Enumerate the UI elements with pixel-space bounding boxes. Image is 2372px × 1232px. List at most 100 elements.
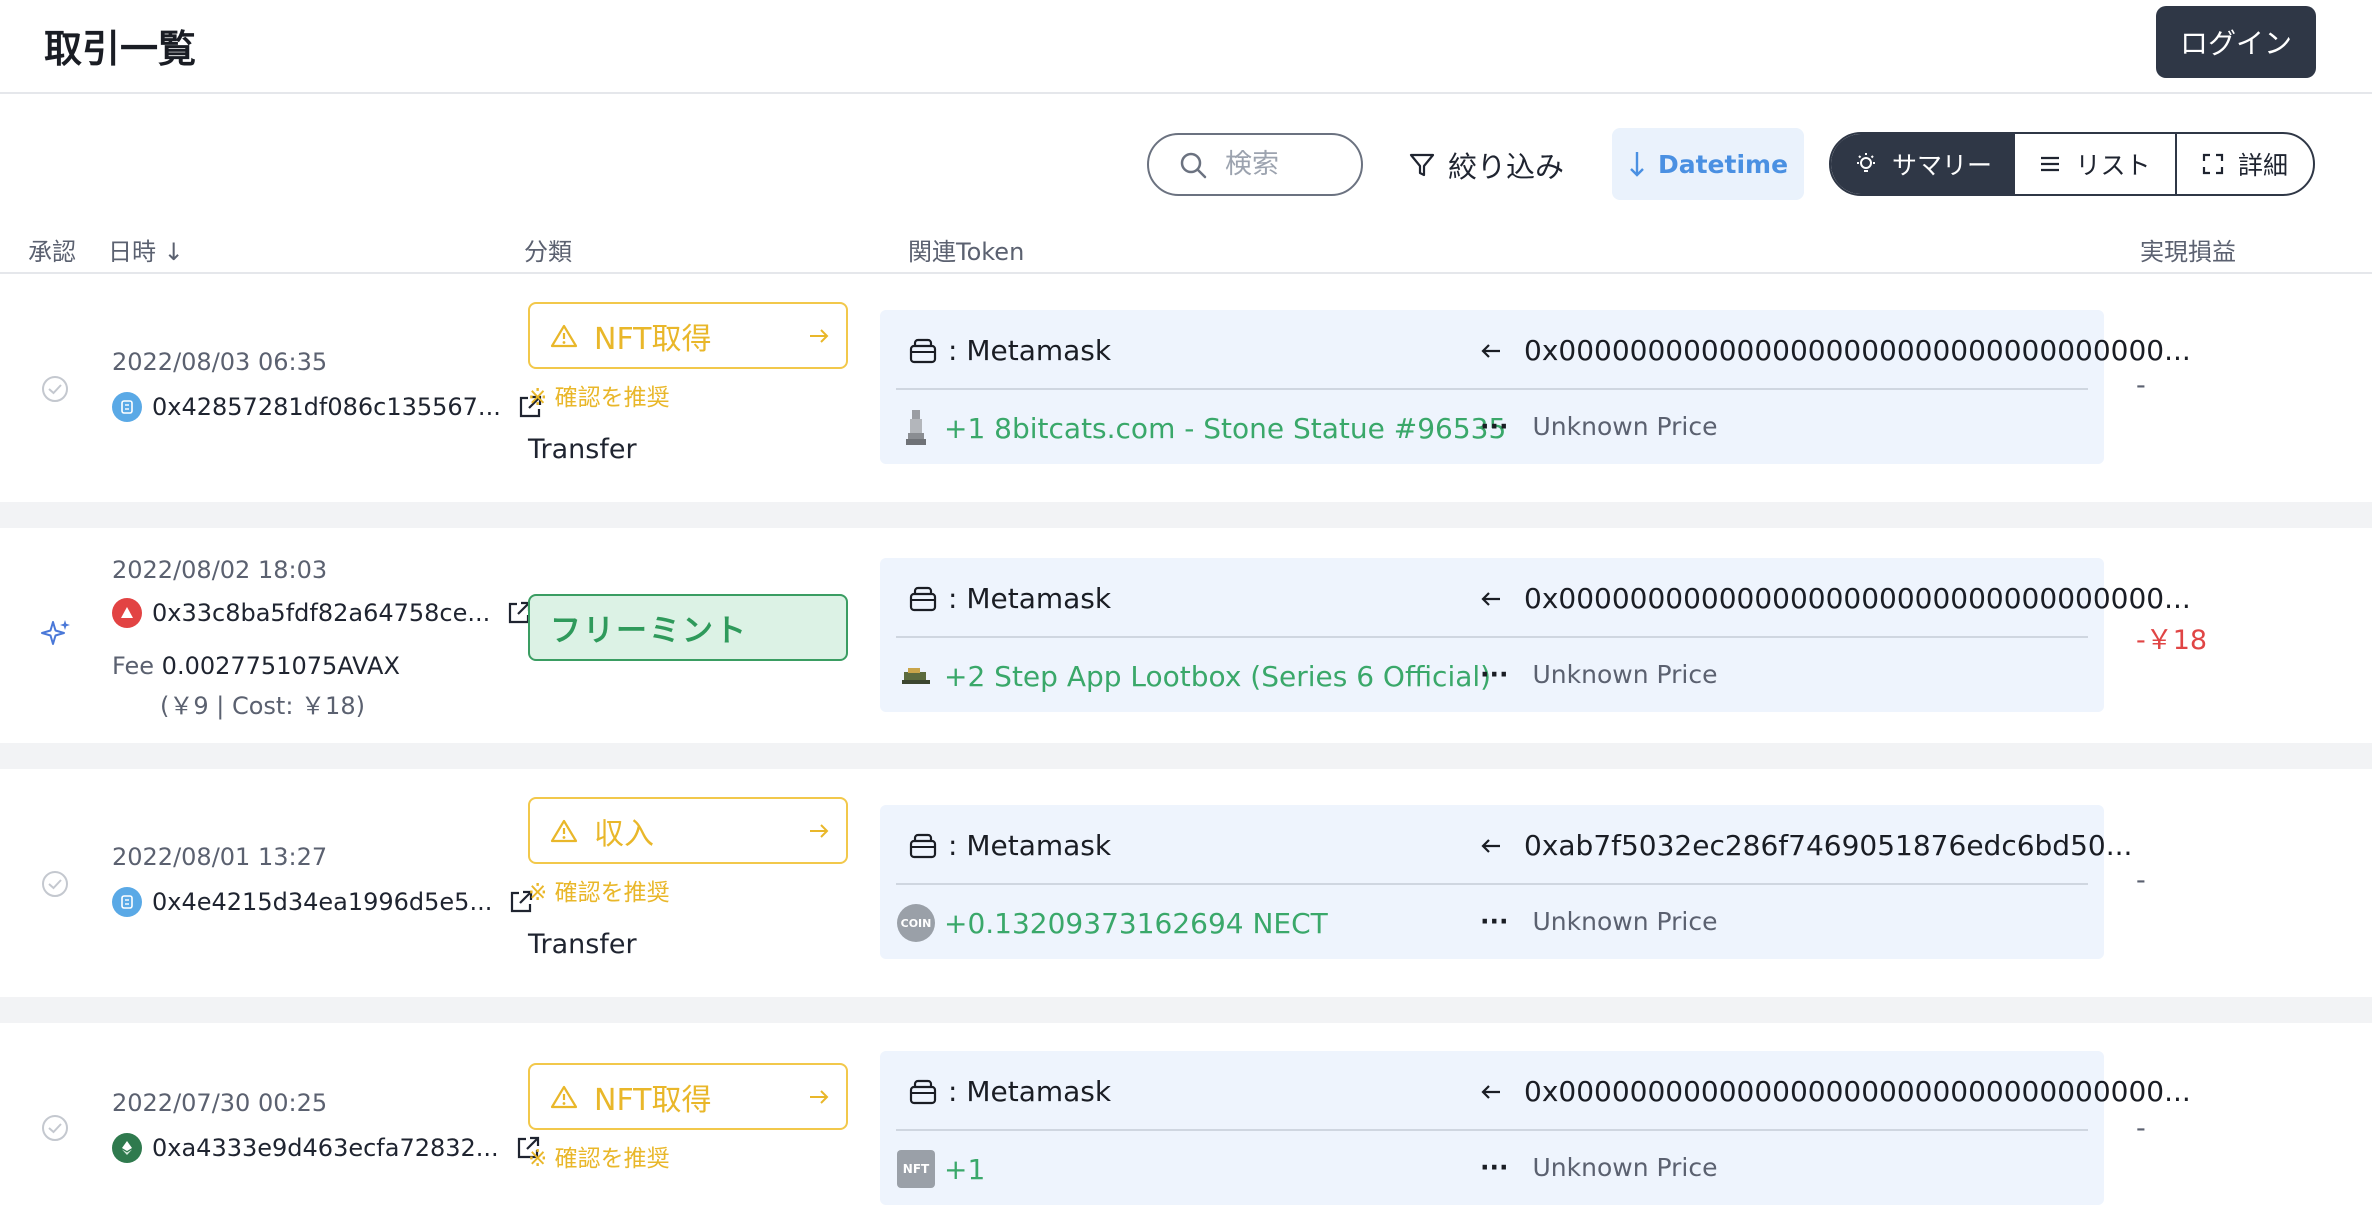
sort-datetime-button[interactable]: Datetime: [1612, 128, 1804, 200]
wallet-info: : Metamask: [908, 582, 1111, 615]
login-button[interactable]: ログイン: [2156, 6, 2316, 78]
lightbulb-icon: [1856, 153, 1875, 172]
counterparty-address[interactable]: 0x0000000000000000000000000000000000...: [1480, 334, 2191, 367]
check-circle-icon[interactable]: [40, 374, 70, 404]
category-label: 収入: [594, 816, 654, 852]
avalanche-chain-icon: [112, 598, 142, 628]
table-row: 2022/07/30 00:25 0xa4333e9d463ecfa72832.…: [0, 1023, 2372, 1232]
view-summary-button[interactable]: サマリー: [1831, 134, 2015, 194]
wallet-name: : Metamask: [948, 1075, 1112, 1108]
view-detail-label: 詳細: [2237, 151, 2288, 180]
view-list-label: リスト: [2075, 151, 2151, 180]
token-price: ··· Unknown Price: [1480, 660, 1718, 689]
counterparty-address-text: 0xab7f5032ec286f7469051876edc6bd50...: [1524, 829, 2133, 862]
view-detail-button[interactable]: 詳細: [2177, 134, 2313, 194]
filter-icon: [1409, 153, 1435, 176]
column-header-approve: 承認: [28, 238, 76, 266]
fee-value: 0.0027751075AVAX: [161, 652, 400, 680]
token-amount[interactable]: COIN +0.13209373162694 NECT: [896, 903, 1328, 943]
more-icon[interactable]: ···: [1480, 907, 1509, 936]
check-circle-icon[interactable]: [40, 869, 70, 899]
token-card: : Metamask 0xab7f5032ec286f7469051876edc…: [880, 805, 2132, 959]
statue-nft-icon: [896, 408, 936, 448]
view-summary-label: サマリー: [1891, 151, 1992, 180]
table-row: 2022/08/02 18:03 0x33c8ba5fdf82a64758ce.…: [0, 528, 2372, 743]
category-nft-acquire-button[interactable]: NFT取得: [528, 302, 848, 369]
transaction-hash-text: 0x4e4215d34ea1996d5e5...: [152, 888, 493, 916]
search-icon: [1180, 152, 1207, 178]
ethereum-chain-icon: [112, 1133, 142, 1163]
category-nft-acquire-button[interactable]: NFT取得: [528, 1063, 848, 1130]
realized-pl: -: [2136, 1113, 2146, 1144]
counterparty-address[interactable]: 0x0000000000000000000000000000000000...: [1480, 582, 2191, 615]
polygon-chain-icon: [112, 392, 142, 422]
transaction-datetime: 2022/08/02 18:03: [112, 556, 328, 584]
app-header: 取引一覧 ログイン: [0, 0, 2372, 94]
column-header-token: 関連Token: [908, 238, 1025, 266]
counterparty-address-text: 0x0000000000000000000000000000000000...: [1524, 334, 2191, 367]
more-icon[interactable]: ···: [1480, 412, 1509, 441]
transaction-datetime: 2022/07/30 00:25: [112, 1089, 328, 1117]
token-price: ··· Unknown Price: [1480, 412, 1718, 441]
category-note: ※ 確認を推奨: [528, 1146, 670, 1172]
token-card-divider: [896, 883, 2088, 885]
arrow-left-icon: [1481, 838, 1500, 853]
row-separator: [0, 997, 2372, 1023]
counterparty-address-text: 0x0000000000000000000000000000000000...: [1524, 582, 2191, 615]
column-header-datetime[interactable]: 日時 ↓: [108, 232, 184, 267]
category-free-mint-button[interactable]: フリーミント: [528, 594, 848, 661]
coin-badge: COIN: [897, 904, 935, 942]
transaction-hash[interactable]: 0x42857281df086c135567...: [112, 392, 543, 422]
wallet-info: : Metamask: [908, 829, 1111, 862]
check-circle-icon[interactable]: [40, 1113, 70, 1143]
arrow-left-icon: [1481, 591, 1500, 606]
wallet-icon: [909, 586, 937, 611]
counterparty-address[interactable]: 0xab7f5032ec286f7469051876edc6bd50...: [1480, 829, 2132, 862]
arrow-down-icon: [1630, 152, 1644, 177]
category-label: NFT取得: [594, 1082, 712, 1118]
arrow-left-icon: [1481, 343, 1500, 358]
wallet-name: : Metamask: [948, 334, 1112, 367]
token-amount[interactable]: +1 8bitcats.com - Stone Statue #96535: [896, 408, 1506, 448]
search-input[interactable]: [1225, 149, 1335, 180]
counterparty-address[interactable]: 0x0000000000000000000000000000000000...: [1480, 1075, 2191, 1108]
wallet-info: : Metamask: [908, 1075, 1111, 1108]
wallet-icon: [909, 338, 937, 363]
coin-icon: COIN: [896, 903, 936, 943]
token-price-text: Unknown Price: [1532, 412, 1718, 441]
token-price-text: Unknown Price: [1532, 1153, 1718, 1182]
category-subtype: Transfer: [528, 929, 637, 960]
token-price: ··· Unknown Price: [1480, 1153, 1718, 1182]
sparkle-icon[interactable]: [40, 618, 72, 650]
token-amount[interactable]: NFT +1: [896, 1149, 985, 1189]
search-box[interactable]: [1147, 133, 1363, 196]
list-icon: [2041, 156, 2060, 172]
token-amount-text: +1: [944, 1152, 986, 1186]
view-list-button[interactable]: リスト: [2015, 134, 2177, 194]
more-icon[interactable]: ···: [1480, 1153, 1509, 1182]
transaction-hash[interactable]: 0xa4333e9d463ecfa72832...: [112, 1133, 541, 1163]
transaction-hash[interactable]: 0x33c8ba5fdf82a64758ce...: [112, 598, 532, 628]
category-subtype: Transfer: [528, 434, 637, 465]
token-amount-text: +2 Step App Lootbox (Series 6 Official): [944, 659, 1492, 693]
realized-pl: -: [2136, 865, 2146, 896]
category-label: NFT取得: [594, 321, 712, 357]
wallet-icon: [909, 833, 937, 858]
warning-icon: [550, 819, 578, 842]
more-icon[interactable]: ···: [1480, 660, 1509, 689]
filter-label: 絞り込み: [1448, 149, 1565, 184]
row-separator: [0, 502, 2372, 528]
category-income-button[interactable]: 収入: [528, 797, 848, 864]
transaction-hash[interactable]: 0x4e4215d34ea1996d5e5...: [112, 887, 534, 917]
filter-button[interactable]: 絞り込み: [1408, 133, 1564, 196]
category-note: ※ 確認を推奨: [528, 880, 670, 906]
token-card-divider: [896, 636, 2088, 638]
sort-label: Datetime: [1657, 149, 1789, 179]
table-row: 2022/08/03 06:35 0x42857281df086c135567.…: [0, 274, 2372, 502]
column-header-category: 分類: [524, 238, 572, 266]
expand-icon: [2202, 153, 2224, 175]
token-amount[interactable]: +2 Step App Lootbox (Series 6 Official): [896, 656, 1491, 696]
page-title: 取引一覧: [44, 27, 197, 71]
token-card: : Metamask 0x000000000000000000000000000…: [880, 310, 2191, 464]
polygon-chain-icon: [112, 887, 142, 917]
